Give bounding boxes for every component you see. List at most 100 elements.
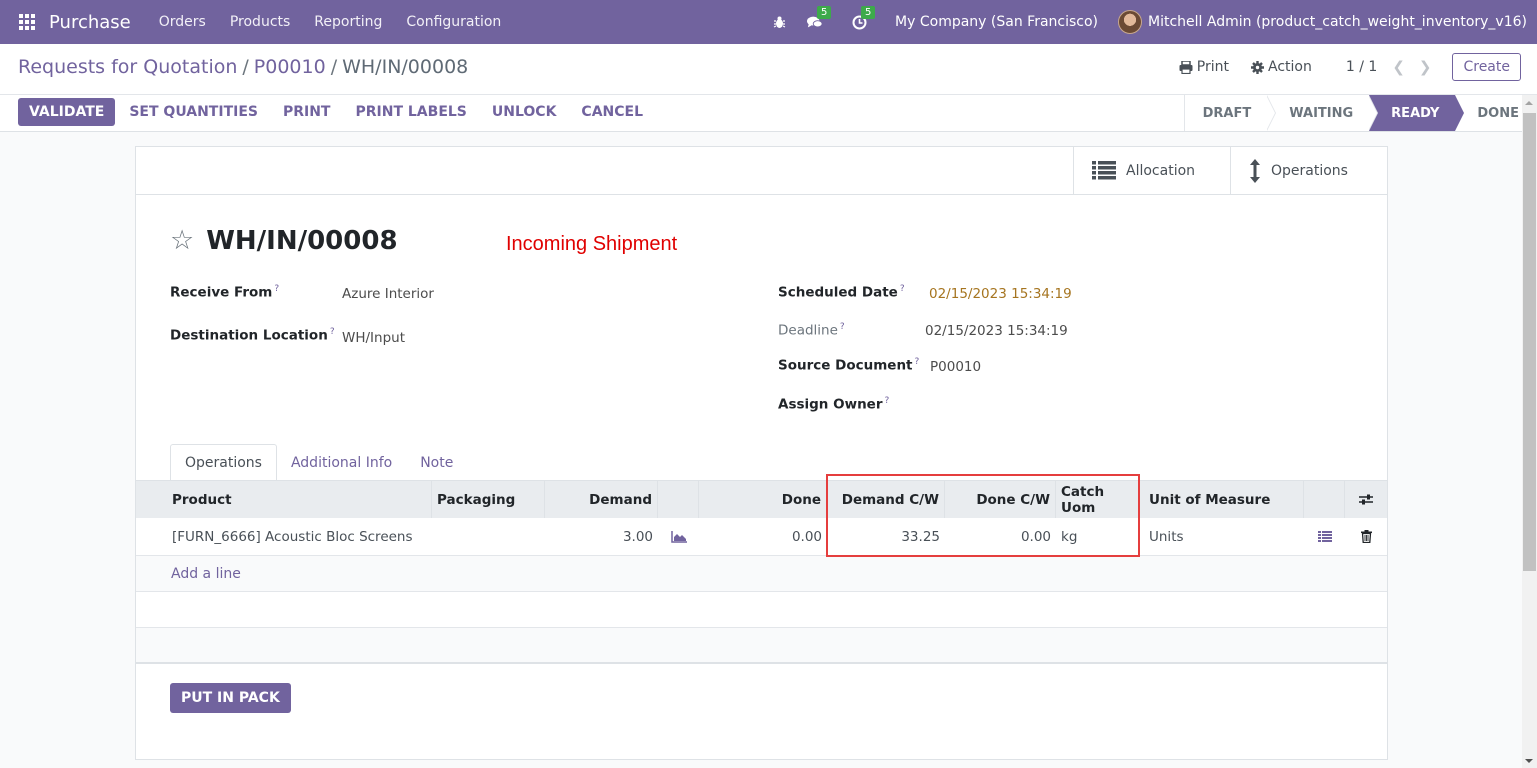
source-document-value[interactable]: P00010 [930, 359, 981, 375]
optional-columns-toggle[interactable] [1345, 481, 1387, 518]
printer-icon [1179, 60, 1193, 74]
breadcrumb-current: WH/IN/00008 [342, 56, 469, 78]
clock-icon[interactable]: 5 [851, 6, 876, 30]
picking-type-label: Incoming Shipment [506, 233, 678, 255]
scroll-up-icon[interactable] [1525, 101, 1533, 105]
status-done[interactable]: DONE [1455, 95, 1523, 131]
status-draft[interactable]: DRAFT [1185, 95, 1277, 131]
empty-row [136, 628, 1387, 664]
validate-button[interactable]: VALIDATE [18, 98, 116, 126]
pager-next-icon[interactable]: ❯ [1419, 58, 1432, 76]
help-tooltip-icon[interactable]: ? [900, 284, 905, 294]
field-label: Deadline? [778, 322, 845, 339]
messages-badge: 5 [817, 6, 832, 19]
notebook-tabs: Operations Additional Info Note [170, 444, 467, 481]
tab-additional-info[interactable]: Additional Info [277, 444, 406, 481]
apps-grid-icon[interactable] [19, 14, 35, 30]
destination-location-value[interactable]: WH/Input [342, 330, 405, 346]
help-tooltip-icon[interactable]: ? [330, 327, 335, 337]
avatar[interactable] [1118, 10, 1143, 34]
pager-previous-icon[interactable]: ❮ [1392, 58, 1405, 76]
create-button[interactable]: Create [1452, 53, 1521, 81]
set-quantities-button[interactable]: SET QUANTITIES [129, 104, 258, 120]
detailed-operations-button[interactable] [1304, 518, 1345, 555]
col-product[interactable]: Product [136, 481, 432, 518]
receive-from-value[interactable]: Azure Interior [342, 286, 434, 302]
col-packaging[interactable]: Packaging [432, 481, 545, 518]
scrollbar-thumb[interactable] [1523, 113, 1536, 571]
print-dropdown[interactable]: Print [1179, 59, 1229, 75]
print-label: Print [1196, 59, 1230, 75]
add-line-link[interactable]: Add a line [136, 556, 1387, 592]
arrows-vertical-icon [1250, 158, 1260, 183]
trash-icon [1360, 530, 1372, 543]
col-catch-uom[interactable]: Catch Uom [1056, 481, 1140, 518]
packaging-cell[interactable] [432, 518, 545, 555]
done-cw-cell[interactable]: 0.00 [945, 518, 1056, 555]
table-row[interactable]: [FURN_6666] Acoustic Bloc Screens 3.00 0… [136, 518, 1387, 556]
unlock-button[interactable]: UNLOCK [492, 104, 557, 120]
action-dropdown[interactable]: Action [1251, 59, 1312, 75]
scroll-down-icon[interactable] [1525, 759, 1533, 763]
menu-reporting[interactable]: Reporting [314, 14, 382, 30]
page-scrollbar[interactable] [1522, 95, 1537, 768]
field-label: Assign Owner? [778, 396, 890, 413]
deadline-value: 02/15/2023 15:34:19 [925, 323, 1068, 339]
app-name[interactable]: Purchase [49, 12, 131, 33]
field-label: Source Document? [778, 357, 920, 374]
demand-cell[interactable]: 3.00 [545, 518, 658, 555]
uom-cell[interactable]: Units [1140, 518, 1304, 555]
status-waiting[interactable]: WAITING [1267, 95, 1379, 131]
record-name: WH/IN/00008 [206, 225, 398, 256]
top-navbar: Purchase Orders Products Reporting Confi… [0, 0, 1537, 44]
delete-row-button[interactable] [1345, 518, 1387, 555]
breadcrumb-separator: / [242, 56, 249, 78]
tab-note[interactable]: Note [406, 444, 467, 481]
forecast-report-button[interactable] [658, 518, 699, 555]
chat-icon[interactable]: 5 [807, 6, 832, 30]
breadcrumb-po[interactable]: P00010 [254, 56, 326, 78]
list-icon [1092, 161, 1116, 180]
menu-configuration[interactable]: Configuration [406, 14, 501, 30]
scheduled-date-value[interactable]: 02/15/2023 15:34:19 [929, 286, 1072, 302]
put-in-pack-button[interactable]: PUT IN PACK [170, 683, 291, 713]
action-label: Action [1268, 59, 1312, 75]
activities-badge: 5 [861, 6, 876, 19]
status-ready[interactable]: READY [1369, 95, 1465, 131]
status-label: DRAFT [1202, 105, 1252, 121]
pager-value[interactable]: 1 / 1 [1346, 59, 1377, 75]
tab-operations[interactable]: Operations [170, 444, 277, 481]
user-menu[interactable]: Mitchell Admin (product_catch_weight_inv… [1148, 14, 1527, 30]
star-icon[interactable]: ☆ [170, 225, 194, 256]
field-assign-owner: Assign Owner? [778, 396, 889, 413]
demand-cw-cell[interactable]: 33.25 [827, 518, 945, 555]
help-tooltip-icon[interactable]: ? [840, 322, 845, 332]
print-button[interactable]: PRINT [283, 104, 331, 120]
title-row: ☆ WH/IN/00008 [170, 225, 398, 256]
operations-smart-button[interactable]: Operations [1230, 147, 1387, 194]
menu-products[interactable]: Products [230, 14, 290, 30]
status-bar: DRAFT WAITING READY DONE [1183, 95, 1523, 131]
product-cell[interactable]: [FURN_6666] Acoustic Bloc Screens [136, 518, 432, 555]
col-done[interactable]: Done [699, 481, 827, 518]
col-demand-cw[interactable]: Demand C/W [827, 481, 945, 518]
done-cell[interactable]: 0.00 [699, 518, 827, 555]
allocation-smart-button[interactable]: Allocation [1073, 147, 1230, 194]
company-switcher[interactable]: My Company (San Francisco) [895, 14, 1098, 30]
help-tooltip-icon[interactable]: ? [274, 284, 279, 294]
bug-icon[interactable] [771, 14, 787, 30]
breadcrumb-rfq[interactable]: Requests for Quotation [18, 56, 237, 78]
assign-owner-input[interactable] [930, 397, 1230, 415]
help-tooltip-icon[interactable]: ? [915, 357, 920, 367]
col-actions [1304, 481, 1345, 518]
col-demand[interactable]: Demand [545, 481, 658, 518]
col-unit-of-measure[interactable]: Unit of Measure [1140, 481, 1304, 518]
menu-orders[interactable]: Orders [159, 14, 206, 30]
field-label: Destination Location? [170, 327, 335, 344]
field-deadline: Deadline? [778, 322, 845, 339]
col-done-cw[interactable]: Done C/W [945, 481, 1056, 518]
cancel-button[interactable]: CANCEL [581, 104, 643, 120]
help-tooltip-icon[interactable]: ? [885, 396, 890, 406]
print-labels-button[interactable]: PRINT LABELS [356, 104, 467, 120]
catch-uom-cell[interactable]: kg [1056, 518, 1140, 555]
